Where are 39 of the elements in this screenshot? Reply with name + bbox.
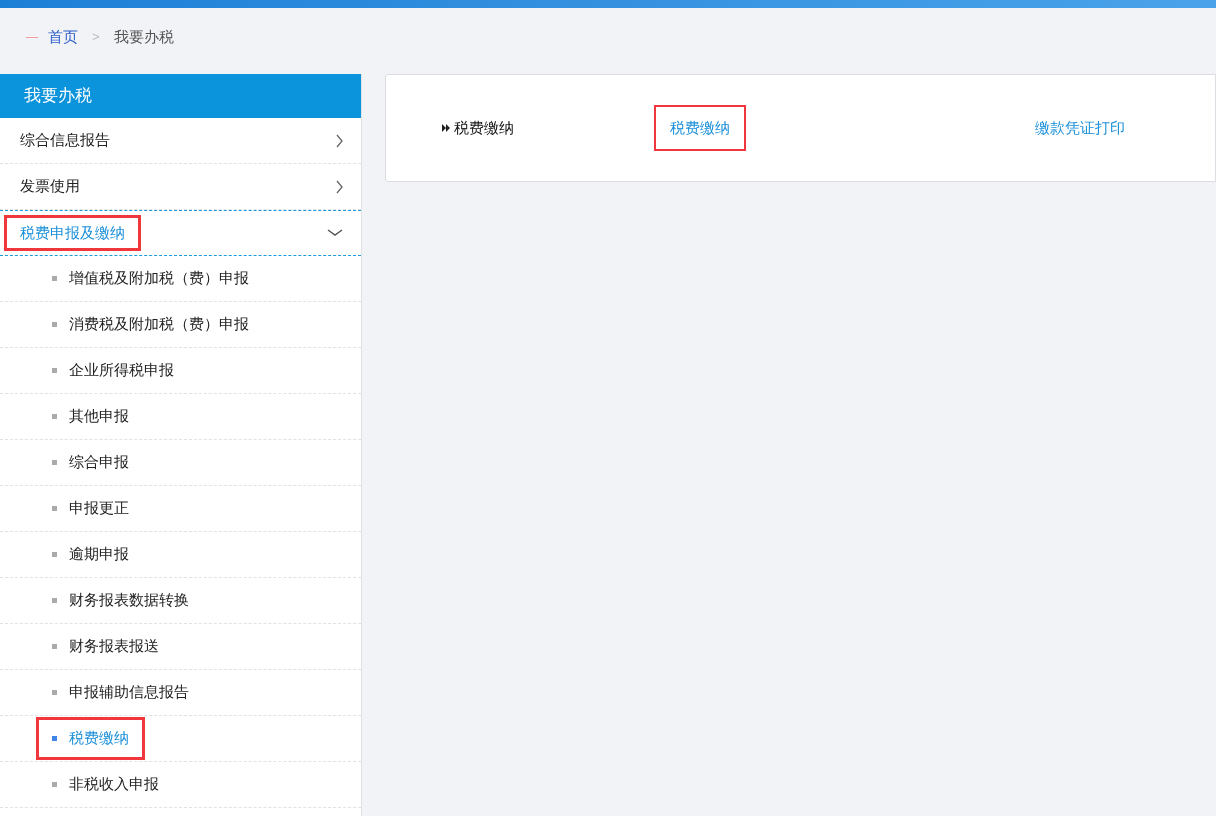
breadcrumb-separator: > [92,28,100,47]
sidebar-subitem[interactable]: 非税收入申报 [38,765,173,804]
bullet-icon [52,736,57,741]
sidebar-item[interactable]: 发票使用 [6,170,94,203]
chevron-down-icon [327,229,343,237]
bullet-icon [52,368,57,373]
sidebar-subitem[interactable]: 其他申报 [38,397,143,436]
breadcrumb-link[interactable]: 首页 [48,25,78,49]
chevron-right-icon [336,179,343,194]
section-label: 税费缴纳 [454,117,514,138]
sidebar-subitem[interactable]: 财务报表报送 [38,627,173,666]
chevron-right-icon [336,133,343,148]
breadcrumb-marker-icon [26,36,38,38]
link[interactable]: 税费缴纳 [655,105,745,151]
bullet-icon [52,506,57,511]
bullet-icon [52,552,57,557]
sidebar-subitem[interactable]: 逾期申报 [38,535,143,574]
bullet-icon [52,322,57,327]
sidebar-subitem[interactable]: 企业所得税申报 [38,351,188,390]
link[interactable]: 缴款凭证打印 [1020,105,1140,151]
sidebar-title: 我要办税 [0,74,361,118]
breadcrumb-current: 我要办税 [113,26,174,47]
sidebar-subitem[interactable]: 税费缴纳 [38,719,143,758]
sidebar-subitem[interactable]: 综合申报 [38,443,143,482]
sidebar-subitem[interactable]: 申报更正 [38,489,143,528]
double-arrow-icon [442,124,450,132]
bullet-icon [52,276,57,281]
sidebar-subitem[interactable]: 增值税及附加税（费）申报 [38,259,263,298]
bullet-icon [52,644,57,649]
bullet-icon [52,782,57,787]
sidebar-subitem[interactable]: 财务报表数据转换 [38,581,203,620]
sidebar-item[interactable]: 综合信息报告 [6,124,124,157]
sidebar-item[interactable]: 税费申报及缴纳 [6,216,139,250]
bullet-icon [52,460,57,465]
bullet-icon [52,690,57,695]
bullet-icon [52,414,57,419]
bullet-icon [52,598,57,603]
sidebar-subitem[interactable]: 申报辅助信息报告 [38,673,203,712]
sidebar-subitem[interactable]: 消费税及附加税（费）申报 [38,305,263,344]
